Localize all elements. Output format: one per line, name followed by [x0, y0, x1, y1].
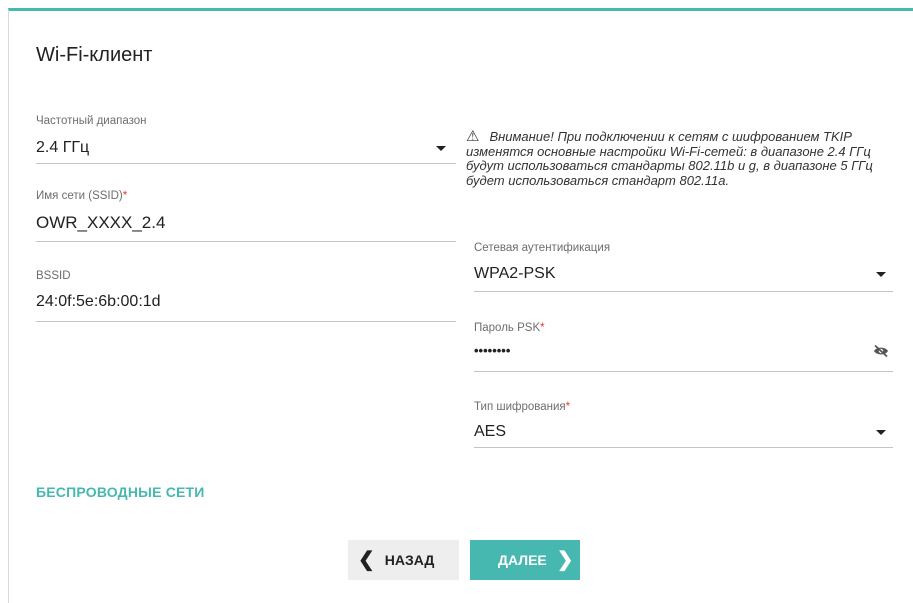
- psk-label: Пароль PSK*: [474, 322, 545, 334]
- next-button-label: ДАЛЕЕ: [498, 552, 547, 568]
- bssid-underline: [36, 321, 456, 322]
- warning-text: Внимание! При подключении к сетям с шифр…: [466, 129, 873, 188]
- band-label: Частотный диапазон: [36, 115, 147, 127]
- ssid-underline: [36, 241, 456, 242]
- tkip-warning: ⚠ Внимание! При подключении к сетям с шиф…: [466, 128, 896, 188]
- warning-icon: ⚠: [466, 128, 480, 145]
- cipher-label: Тип шифрования*: [474, 401, 571, 413]
- band-underline: [36, 163, 456, 164]
- chevron-right-icon: ❯: [556, 549, 574, 571]
- ssid-input[interactable]: OWR_XXXX_2.4: [36, 213, 165, 233]
- ssid-label: Имя сети (SSID)*: [36, 190, 128, 202]
- eye-off-icon[interactable]: [873, 344, 889, 358]
- wireless-networks-link[interactable]: БЕСПРОВОДНЫЕ СЕТИ: [36, 484, 205, 500]
- bssid-input[interactable]: 24:0f:5e:6b:00:1d: [36, 293, 161, 311]
- chevron-down-icon[interactable]: [436, 146, 446, 151]
- cipher-select[interactable]: AES: [474, 423, 506, 441]
- next-button[interactable]: ДАЛЕЕ ❯: [470, 540, 580, 580]
- chevron-down-icon[interactable]: [876, 272, 886, 277]
- auth-label: Сетевая аутентификация: [474, 242, 611, 254]
- cipher-underline: [474, 447, 893, 448]
- psk-underline: [474, 371, 893, 372]
- auth-select[interactable]: WPA2-PSK: [474, 265, 556, 283]
- auth-underline: [474, 291, 893, 292]
- bssid-label: BSSID: [36, 270, 71, 282]
- page-title: Wi-Fi-клиент: [36, 44, 153, 66]
- back-button[interactable]: ❮ НАЗАД: [348, 540, 459, 580]
- chevron-down-icon[interactable]: [876, 430, 886, 435]
- psk-input[interactable]: ••••••••: [474, 343, 510, 358]
- back-button-label: НАЗАД: [384, 552, 435, 568]
- band-select[interactable]: 2.4 ГГц: [36, 139, 89, 157]
- chevron-left-icon: ❮: [358, 549, 375, 571]
